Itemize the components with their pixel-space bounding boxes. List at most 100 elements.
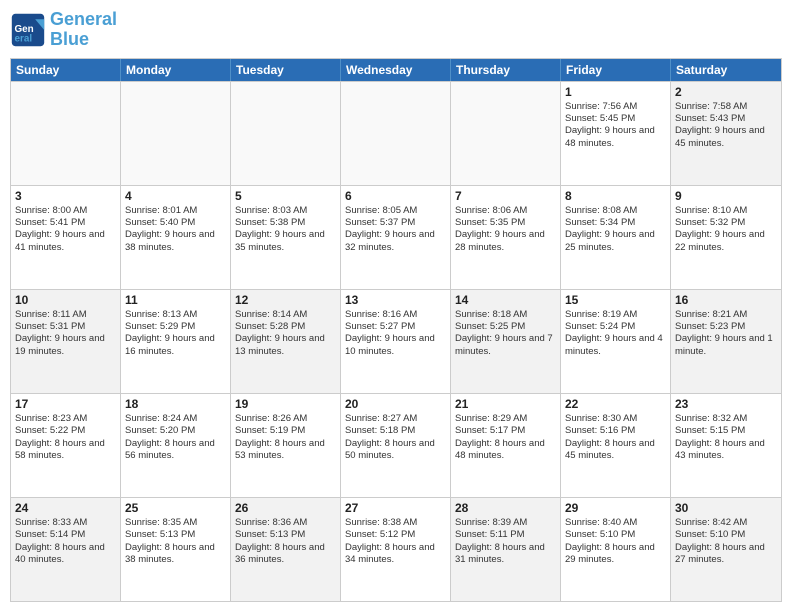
day-number: 25 (125, 501, 226, 515)
calendar-cell: 25 Sunrise: 8:35 AM Sunset: 5:13 PM Dayl… (121, 498, 231, 601)
calendar-cell (341, 82, 451, 185)
day-number: 16 (675, 293, 777, 307)
header-day: Thursday (451, 59, 561, 81)
day-info: Sunrise: 8:01 AM Sunset: 5:40 PM Dayligh… (125, 205, 226, 254)
day-info: Sunrise: 8:30 AM Sunset: 5:16 PM Dayligh… (565, 413, 666, 462)
header-day: Tuesday (231, 59, 341, 81)
day-number: 23 (675, 397, 777, 411)
day-info: Sunrise: 8:06 AM Sunset: 5:35 PM Dayligh… (455, 205, 556, 254)
day-number: 18 (125, 397, 226, 411)
calendar-cell: 20 Sunrise: 8:27 AM Sunset: 5:18 PM Dayl… (341, 394, 451, 497)
day-number: 26 (235, 501, 336, 515)
header-day: Friday (561, 59, 671, 81)
day-number: 8 (565, 189, 666, 203)
day-number: 30 (675, 501, 777, 515)
day-number: 24 (15, 501, 116, 515)
day-info: Sunrise: 8:24 AM Sunset: 5:20 PM Dayligh… (125, 413, 226, 462)
header: Gen eral GeneralBlue (10, 10, 782, 50)
day-number: 4 (125, 189, 226, 203)
day-number: 19 (235, 397, 336, 411)
day-number: 6 (345, 189, 446, 203)
calendar-cell (11, 82, 121, 185)
day-number: 28 (455, 501, 556, 515)
day-info: Sunrise: 8:42 AM Sunset: 5:10 PM Dayligh… (675, 517, 777, 566)
calendar-row: 10 Sunrise: 8:11 AM Sunset: 5:31 PM Dayl… (11, 289, 781, 393)
calendar-cell: 26 Sunrise: 8:36 AM Sunset: 5:13 PM Dayl… (231, 498, 341, 601)
header-day: Wednesday (341, 59, 451, 81)
calendar-row: 1 Sunrise: 7:56 AM Sunset: 5:45 PM Dayli… (11, 81, 781, 185)
day-number: 27 (345, 501, 446, 515)
calendar-cell: 14 Sunrise: 8:18 AM Sunset: 5:25 PM Dayl… (451, 290, 561, 393)
calendar-cell: 23 Sunrise: 8:32 AM Sunset: 5:15 PM Dayl… (671, 394, 781, 497)
header-day: Sunday (11, 59, 121, 81)
day-number: 3 (15, 189, 116, 203)
svg-text:eral: eral (15, 33, 33, 44)
day-info: Sunrise: 8:03 AM Sunset: 5:38 PM Dayligh… (235, 205, 336, 254)
day-number: 1 (565, 85, 666, 99)
calendar-cell: 24 Sunrise: 8:33 AM Sunset: 5:14 PM Dayl… (11, 498, 121, 601)
calendar-cell: 21 Sunrise: 8:29 AM Sunset: 5:17 PM Dayl… (451, 394, 561, 497)
calendar-cell (121, 82, 231, 185)
logo-name: GeneralBlue (50, 10, 117, 50)
calendar-cell: 8 Sunrise: 8:08 AM Sunset: 5:34 PM Dayli… (561, 186, 671, 289)
day-info: Sunrise: 8:35 AM Sunset: 5:13 PM Dayligh… (125, 517, 226, 566)
day-info: Sunrise: 8:29 AM Sunset: 5:17 PM Dayligh… (455, 413, 556, 462)
day-info: Sunrise: 8:21 AM Sunset: 5:23 PM Dayligh… (675, 309, 777, 358)
calendar-cell: 15 Sunrise: 8:19 AM Sunset: 5:24 PM Dayl… (561, 290, 671, 393)
day-info: Sunrise: 8:05 AM Sunset: 5:37 PM Dayligh… (345, 205, 446, 254)
day-number: 10 (15, 293, 116, 307)
day-info: Sunrise: 8:38 AM Sunset: 5:12 PM Dayligh… (345, 517, 446, 566)
calendar: SundayMondayTuesdayWednesdayThursdayFrid… (10, 58, 782, 602)
calendar-cell: 29 Sunrise: 8:40 AM Sunset: 5:10 PM Dayl… (561, 498, 671, 601)
day-info: Sunrise: 8:19 AM Sunset: 5:24 PM Dayligh… (565, 309, 666, 358)
calendar-cell (451, 82, 561, 185)
day-number: 7 (455, 189, 556, 203)
calendar-cell: 10 Sunrise: 8:11 AM Sunset: 5:31 PM Dayl… (11, 290, 121, 393)
day-info: Sunrise: 8:14 AM Sunset: 5:28 PM Dayligh… (235, 309, 336, 358)
day-number: 14 (455, 293, 556, 307)
calendar-cell: 30 Sunrise: 8:42 AM Sunset: 5:10 PM Dayl… (671, 498, 781, 601)
logo-icon: Gen eral (10, 12, 46, 48)
day-number: 5 (235, 189, 336, 203)
day-info: Sunrise: 7:58 AM Sunset: 5:43 PM Dayligh… (675, 101, 777, 150)
day-info: Sunrise: 8:36 AM Sunset: 5:13 PM Dayligh… (235, 517, 336, 566)
calendar-cell: 27 Sunrise: 8:38 AM Sunset: 5:12 PM Dayl… (341, 498, 451, 601)
calendar-cell: 19 Sunrise: 8:26 AM Sunset: 5:19 PM Dayl… (231, 394, 341, 497)
calendar-cell: 11 Sunrise: 8:13 AM Sunset: 5:29 PM Dayl… (121, 290, 231, 393)
calendar-cell: 5 Sunrise: 8:03 AM Sunset: 5:38 PM Dayli… (231, 186, 341, 289)
day-info: Sunrise: 8:23 AM Sunset: 5:22 PM Dayligh… (15, 413, 116, 462)
day-number: 12 (235, 293, 336, 307)
day-info: Sunrise: 8:26 AM Sunset: 5:19 PM Dayligh… (235, 413, 336, 462)
day-number: 11 (125, 293, 226, 307)
calendar-cell (231, 82, 341, 185)
day-info: Sunrise: 8:00 AM Sunset: 5:41 PM Dayligh… (15, 205, 116, 254)
calendar-cell: 28 Sunrise: 8:39 AM Sunset: 5:11 PM Dayl… (451, 498, 561, 601)
day-number: 9 (675, 189, 777, 203)
day-info: Sunrise: 8:08 AM Sunset: 5:34 PM Dayligh… (565, 205, 666, 254)
calendar-body: 1 Sunrise: 7:56 AM Sunset: 5:45 PM Dayli… (11, 81, 781, 601)
day-info: Sunrise: 8:40 AM Sunset: 5:10 PM Dayligh… (565, 517, 666, 566)
day-info: Sunrise: 8:39 AM Sunset: 5:11 PM Dayligh… (455, 517, 556, 566)
day-number: 29 (565, 501, 666, 515)
day-info: Sunrise: 8:33 AM Sunset: 5:14 PM Dayligh… (15, 517, 116, 566)
day-info: Sunrise: 8:27 AM Sunset: 5:18 PM Dayligh… (345, 413, 446, 462)
calendar-cell: 7 Sunrise: 8:06 AM Sunset: 5:35 PM Dayli… (451, 186, 561, 289)
calendar-row: 3 Sunrise: 8:00 AM Sunset: 5:41 PM Dayli… (11, 185, 781, 289)
calendar-row: 24 Sunrise: 8:33 AM Sunset: 5:14 PM Dayl… (11, 497, 781, 601)
calendar-cell: 22 Sunrise: 8:30 AM Sunset: 5:16 PM Dayl… (561, 394, 671, 497)
calendar-cell: 9 Sunrise: 8:10 AM Sunset: 5:32 PM Dayli… (671, 186, 781, 289)
calendar-row: 17 Sunrise: 8:23 AM Sunset: 5:22 PM Dayl… (11, 393, 781, 497)
day-number: 2 (675, 85, 777, 99)
day-info: Sunrise: 8:11 AM Sunset: 5:31 PM Dayligh… (15, 309, 116, 358)
calendar-cell: 16 Sunrise: 8:21 AM Sunset: 5:23 PM Dayl… (671, 290, 781, 393)
calendar-cell: 3 Sunrise: 8:00 AM Sunset: 5:41 PM Dayli… (11, 186, 121, 289)
day-number: 20 (345, 397, 446, 411)
day-info: Sunrise: 8:16 AM Sunset: 5:27 PM Dayligh… (345, 309, 446, 358)
day-number: 17 (15, 397, 116, 411)
calendar-cell: 18 Sunrise: 8:24 AM Sunset: 5:20 PM Dayl… (121, 394, 231, 497)
day-info: Sunrise: 7:56 AM Sunset: 5:45 PM Dayligh… (565, 101, 666, 150)
calendar-cell: 2 Sunrise: 7:58 AM Sunset: 5:43 PM Dayli… (671, 82, 781, 185)
day-info: Sunrise: 8:13 AM Sunset: 5:29 PM Dayligh… (125, 309, 226, 358)
calendar-cell: 6 Sunrise: 8:05 AM Sunset: 5:37 PM Dayli… (341, 186, 451, 289)
day-number: 15 (565, 293, 666, 307)
